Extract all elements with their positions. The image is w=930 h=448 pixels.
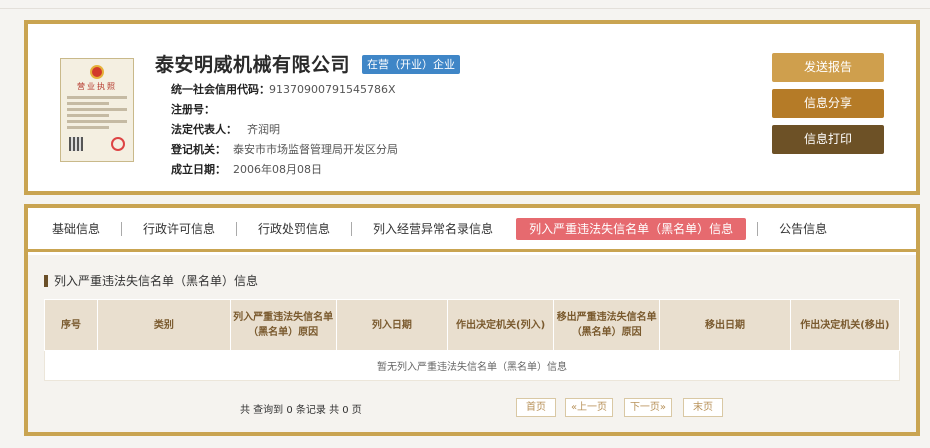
next-page-button[interactable]: 下一页» xyxy=(624,398,672,417)
prev-page-button[interactable]: «上一页 xyxy=(565,398,613,417)
info-row-legal-rep: 法定代表人： 齐润明 xyxy=(171,123,280,136)
first-page-button[interactable]: 首页 xyxy=(516,398,556,417)
col-removal-date: 移出日期 xyxy=(659,299,791,351)
company-card: 营业执照 泰安明威机械有限公司 在营（开业）企业 统一社会信用代码： 913709… xyxy=(24,20,920,195)
company-name: 泰安明威机械有限公司 xyxy=(155,54,351,76)
info-row-credit-code: 统一社会信用代码： 91370900791545786X xyxy=(171,83,396,96)
send-report-button[interactable]: 发送报告 xyxy=(772,53,884,82)
pagination-summary: 共 查询到 0 条记录 共 0 页 xyxy=(240,405,362,416)
info-row-established: 成立日期： 2006年08月08日 xyxy=(171,163,322,176)
tab-admin-penalty[interactable]: 行政处罚信息 xyxy=(248,218,340,240)
business-license-image[interactable]: 营业执照 xyxy=(60,58,134,162)
tab-separator xyxy=(121,221,123,236)
tab-announcements[interactable]: 公告信息 xyxy=(769,218,837,240)
col-listing-reason: 列入严重违法失信名单（黑名单）原因 xyxy=(229,299,337,351)
empty-message: 暂无列入严重违法失信名单（黑名单）信息 xyxy=(44,350,900,381)
company-info: 统一社会信用代码： 91370900791545786X 注册号： 法定代表人：齐… xyxy=(171,80,591,180)
blacklist-section: 列入严重违法失信名单（黑名单）信息 序号 类别 列入严重违法失信名单（黑名单）原… xyxy=(28,255,916,432)
tab-admin-license[interactable]: 行政许可信息 xyxy=(133,218,225,240)
table-header-row: 序号 类别 列入严重违法失信名单（黑名单）原因 列入日期 作出决定机关(列入) … xyxy=(43,299,901,351)
tab-separator xyxy=(236,221,238,236)
info-row-reg-number: 注册号： xyxy=(171,103,215,116)
col-removal-authority: 作出决定机关(移出) xyxy=(789,299,901,351)
tab-bar: 基础信息 行政许可信息 行政处罚信息 列入经营异常名录信息 列入严重违法失信名单… xyxy=(28,208,916,252)
table-row: 暂无列入严重违法失信名单（黑名单）信息 xyxy=(44,350,900,381)
col-removal-reason: 移出严重违法失信名单（黑名单）原因 xyxy=(553,299,661,351)
tab-separator xyxy=(351,221,353,236)
top-divider xyxy=(0,8,930,9)
share-info-button[interactable]: 信息分享 xyxy=(772,89,884,118)
info-panel: 基础信息 行政许可信息 行政处罚信息 列入经营异常名录信息 列入严重违法失信名单… xyxy=(24,204,920,436)
col-index: 序号 xyxy=(43,299,99,351)
tab-blacklist[interactable]: 列入严重违法失信名单（黑名单）信息 xyxy=(516,217,747,240)
info-row-authority: 登记机关： 泰安市市场监督管理局开发区分局 xyxy=(171,143,398,156)
blacklist-table: 序号 类别 列入严重违法失信名单（黑名单）原因 列入日期 作出决定机关(列入) … xyxy=(43,299,901,381)
col-category: 类别 xyxy=(97,299,231,351)
license-title: 营业执照 xyxy=(77,82,117,91)
tab-abnormal-operation[interactable]: 列入经营异常名录信息 xyxy=(363,218,503,240)
qr-code-icon xyxy=(69,137,83,151)
tab-separator xyxy=(757,221,759,236)
national-emblem-icon xyxy=(90,65,104,79)
seal-icon xyxy=(111,137,125,151)
status-badge: 在营（开业）企业 xyxy=(362,55,460,74)
col-listing-authority: 作出决定机关(列入) xyxy=(447,299,555,351)
print-info-button[interactable]: 信息打印 xyxy=(772,125,884,154)
last-page-button[interactable]: 末页 xyxy=(683,398,723,417)
tab-basic-info[interactable]: 基础信息 xyxy=(42,218,110,240)
col-listing-date: 列入日期 xyxy=(335,299,449,351)
section-title: 列入严重违法失信名单（黑名单）信息 xyxy=(44,275,258,287)
